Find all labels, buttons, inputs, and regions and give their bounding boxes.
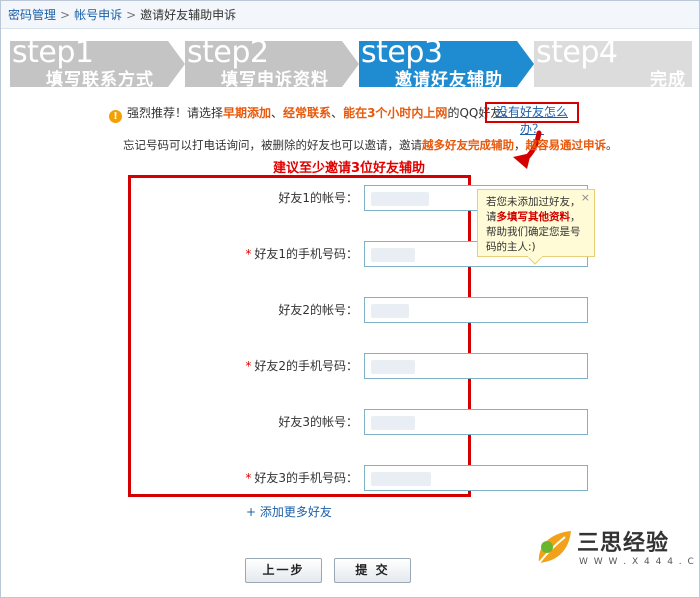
breadcrumb-separator: > <box>126 8 137 22</box>
watermark-leaf-icon <box>538 531 571 564</box>
tip-highlight: 经常联系 <box>283 106 332 120</box>
masked-value <box>371 472 431 486</box>
submit-button[interactable]: 提 交 <box>334 558 411 583</box>
tip-highlight: 越容易通过申诉 <box>525 138 607 152</box>
friend-3-account-row: 好友3的帐号： <box>128 409 598 435</box>
tip-highlight: 早期添加 <box>223 106 272 120</box>
friend-3-phone-row: * 好友3的手机号码： <box>128 465 598 491</box>
tip-separator: 、 <box>331 106 344 120</box>
breadcrumb-link-appeal[interactable]: 帐号申诉 <box>74 8 122 22</box>
close-icon[interactable]: × <box>581 190 590 205</box>
step-4: step4 完成 <box>534 35 692 90</box>
friend-2-phone-input[interactable] <box>364 353 588 379</box>
tip-text: 忘记号码可以打电话询问，被删除的好友也可以邀请，邀请 <box>123 138 422 152</box>
tip-text: 强烈推荐！请选择 <box>127 106 224 120</box>
recommend-tip: ! 强烈推荐！请选择早期添加、经常联系、能在3个小时内上网的QQ好友。 <box>109 104 514 123</box>
tip-text: ， <box>514 138 526 152</box>
page-frame: 密码管理 > 帐号申诉 > 邀请好友辅助申诉 step1 填写联系方式 step2 填写… <box>0 0 700 598</box>
step-3-label: 邀请好友辅助 <box>395 70 503 90</box>
step-4-label: 完成 <box>650 70 686 90</box>
field-label: 好友1的帐号： <box>278 191 358 205</box>
watermark-name: 三思经验 <box>577 531 670 556</box>
breadcrumb-link-password[interactable]: 密码管理 <box>8 8 56 22</box>
friend-2-phone-row: * 好友2的手机号码： <box>128 353 598 379</box>
masked-value <box>371 248 415 262</box>
step-2-label: 填写申诉资料 <box>221 70 329 90</box>
breadcrumb-current: 邀请好友辅助申诉 <box>140 8 237 22</box>
masked-value <box>371 360 415 374</box>
tip-highlight: 能在3个小时内上网 <box>343 106 448 120</box>
masked-value <box>371 192 429 206</box>
warning-icon: ! <box>109 110 122 123</box>
masked-value <box>371 416 415 430</box>
step-1-label: 填写联系方式 <box>46 70 154 90</box>
help-tooltip: × 若您未添加过好友，请多填写其他资料，帮助我们确定您是号码的主人:) <box>477 189 595 257</box>
masked-value <box>371 304 409 318</box>
friends-form-highlight-box: 好友1的帐号： * 好友1的手机号码： 好友2的帐号： * 好友2的手机号码： 好友… <box>128 175 588 497</box>
prev-step-button[interactable]: 上一步 <box>245 558 322 583</box>
field-label: 好友2的帐号： <box>278 303 358 317</box>
tip-text: 。 <box>606 138 618 152</box>
field-label: * 好友3的手机号码： <box>245 471 358 485</box>
watermark-logo: 三思经验 W W W . X 4 4 4 . C N <box>533 523 700 583</box>
invite-tip: 忘记号码可以打电话询问，被删除的好友也可以邀请，邀请越多好友完成辅助，越容易通过… <box>123 137 618 153</box>
tooltip-pointer <box>527 256 543 265</box>
friend-3-phone-input[interactable] <box>364 465 588 491</box>
field-label: 好友3的帐号： <box>278 415 358 429</box>
step-1: step1 填写联系方式 <box>10 35 185 90</box>
step-4-number: step4 <box>536 35 618 70</box>
breadcrumb: 密码管理 > 帐号申诉 > 邀请好友辅助申诉 <box>1 1 699 29</box>
breadcrumb-separator: > <box>60 8 71 22</box>
no-friends-help-link[interactable]: 没有好友怎么办？ <box>485 102 579 136</box>
tip-separator: 、 <box>271 106 284 120</box>
step-2: step2 填写申诉资料 <box>185 35 359 90</box>
tooltip-highlight: 多填写其他资料 <box>496 211 571 223</box>
friend-2-account-row: 好友2的帐号： <box>128 297 598 323</box>
field-label: * 好友1的手机号码： <box>245 247 358 261</box>
friend-3-account-input[interactable] <box>364 409 588 435</box>
suggestion-heading: 建议至少邀请3位好友辅助 <box>273 161 426 176</box>
add-more-friends-link[interactable]: + 添加更多好友 <box>246 503 332 520</box>
field-label: * 好友2的手机号码： <box>245 359 358 373</box>
tip-highlight: 越多好友完成辅助 <box>422 138 514 152</box>
watermark-url: W W W . X 4 4 4 . C N <box>579 557 700 567</box>
step-3: step3 邀请好友辅助 <box>359 35 534 90</box>
friend-2-account-input[interactable] <box>364 297 588 323</box>
